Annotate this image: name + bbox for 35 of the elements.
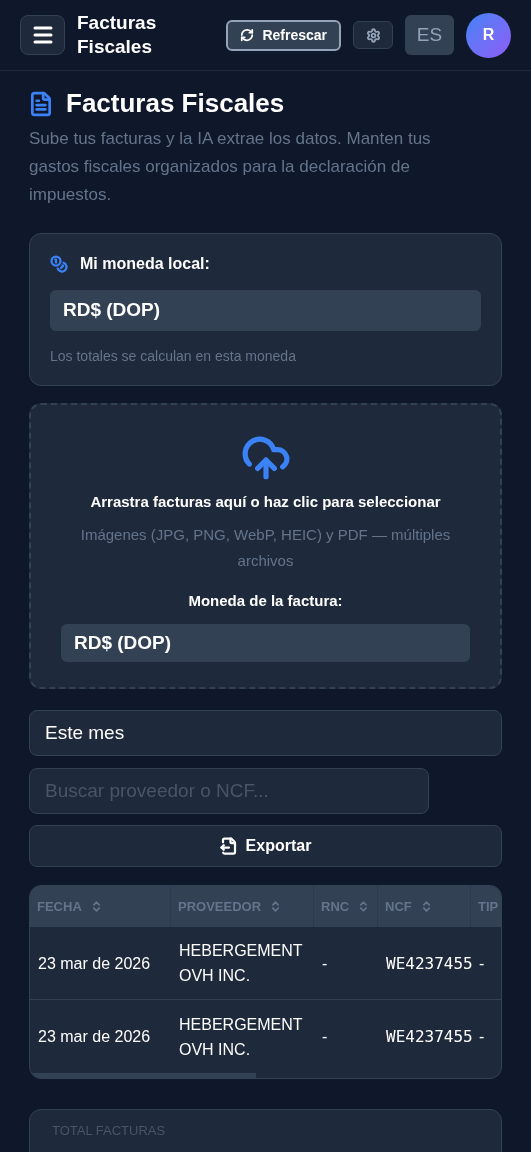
document-icon	[28, 90, 54, 117]
coins-icon	[50, 255, 68, 273]
period-select[interactable]: Este mes	[29, 710, 502, 756]
currency-label: Mi moneda local:	[80, 254, 210, 274]
export-icon	[219, 837, 238, 855]
table-cell-text: HEBERGEMENT OVH INC.	[178, 941, 304, 986]
table-cell-text: HEBERGEMENT OVH INC.	[178, 1014, 304, 1060]
page-title: Facturas Fiscales	[66, 87, 285, 120]
upload-dropzone[interactable]: Arrastra facturas aquí o haz clic para seleccionar Imágenes (JPG, PNG, WebP, HEIC) y PDF — múltiples archivos Moneda de la factura: RD$ (DOP)	[29, 403, 502, 689]
table-cell-text: -	[321, 953, 329, 974]
table-cell-text: -	[321, 1027, 329, 1047]
table-cell-text: -	[478, 1027, 486, 1047]
user-avatar[interactable]: R	[466, 12, 511, 58]
settings-button[interactable]	[353, 21, 393, 49]
currency-select[interactable]: RD$ (DOP)	[50, 290, 481, 331]
table-cell-text: 23 mar de 2026	[37, 1027, 152, 1047]
language-button[interactable]: ES	[405, 15, 454, 55]
table-cell-text: 23 mar de 2026	[37, 953, 152, 974]
table-cell-text: -	[478, 953, 486, 974]
refresh-button[interactable]: Refrescar	[226, 19, 341, 51]
table-cell-text: WE4237455	[385, 952, 471, 975]
sort-icon	[357, 900, 370, 913]
settings-icon	[365, 27, 381, 43]
app-title: Facturas Fiscales	[77, 11, 158, 59]
export-button[interactable]: Exportar	[29, 825, 502, 867]
upload-title: Arrastra facturas aquí o haz clic para seleccionar	[90, 492, 441, 512]
upload-subtitle: Imágenes (JPG, PNG, WebP, HEIC) y PDF — múltiples archivos	[79, 524, 452, 571]
menu-button[interactable]	[20, 15, 65, 55]
refresh-icon	[240, 28, 255, 42]
scrollbar-thumb[interactable]	[30, 1073, 256, 1078]
page-description: Sube tus facturas y la IA extrae los datos. Manten tus gastos fiscales organizados para la declaración de impuestos.	[29, 128, 432, 206]
table-cell-text: WE4237455	[385, 1026, 471, 1048]
invoice-currency-label: Moneda de la factura:	[188, 590, 343, 611]
currency-hint: Los totales se calculan en esta moneda	[50, 347, 297, 366]
invoice-currency-select[interactable]: RD$ (DOP)	[61, 624, 470, 662]
